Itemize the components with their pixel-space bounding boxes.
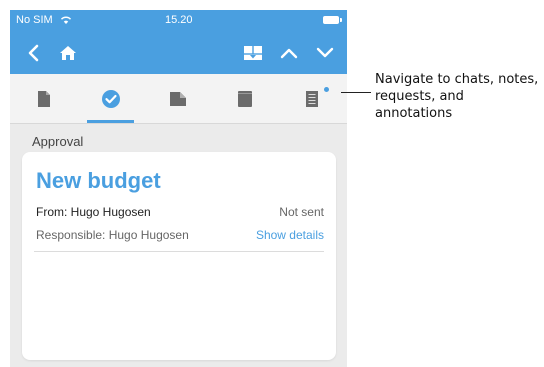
status-label: Not sent (279, 205, 324, 219)
check-circle-icon (101, 89, 120, 108)
home-icon (60, 45, 76, 60)
divider (34, 251, 324, 252)
card-view-button[interactable] (238, 31, 268, 74)
callout-text: Navigate to chats, notes, requests, and … (375, 72, 539, 121)
responsible-label: Responsible: Hugo Hugosen (36, 228, 189, 242)
chevron-down-icon (316, 47, 334, 57)
battery-icon (323, 16, 342, 24)
chevron-up-icon (280, 48, 298, 58)
notification-dot (324, 87, 329, 92)
tab-notes[interactable] (278, 74, 345, 123)
tab-approval[interactable] (77, 74, 144, 123)
tab-document[interactable] (10, 74, 77, 123)
tab-bar (10, 74, 347, 124)
card-title: New budget (36, 168, 161, 193)
previous-button[interactable] (274, 31, 304, 74)
carrier-label: No SIM (16, 14, 53, 26)
callout-line (341, 92, 371, 93)
tab-book[interactable] (211, 74, 278, 123)
folded-document-icon (169, 91, 186, 106)
next-button[interactable] (310, 31, 340, 74)
document-icon (37, 90, 50, 107)
wifi-icon (60, 16, 72, 24)
clock-label: 15.20 (165, 14, 193, 26)
show-details-link[interactable]: Show details (256, 228, 324, 242)
approval-card: New budget From: Hugo Hugosen Not sent R… (22, 152, 336, 360)
from-label: From: Hugo Hugosen (36, 205, 151, 219)
section-label: Approval (32, 134, 84, 149)
phone-screen: No SIM 15.20 Approval New budget From: H… (10, 10, 347, 367)
card-view-icon (244, 45, 262, 60)
notes-icon (305, 90, 318, 107)
back-button[interactable] (18, 31, 48, 74)
back-arrow-icon (28, 44, 39, 61)
navigation-bar (10, 31, 347, 74)
book-icon (237, 90, 252, 107)
status-bar: No SIM 15.20 (10, 10, 347, 31)
tab-requests[interactable] (144, 74, 211, 123)
home-button[interactable] (52, 31, 84, 74)
